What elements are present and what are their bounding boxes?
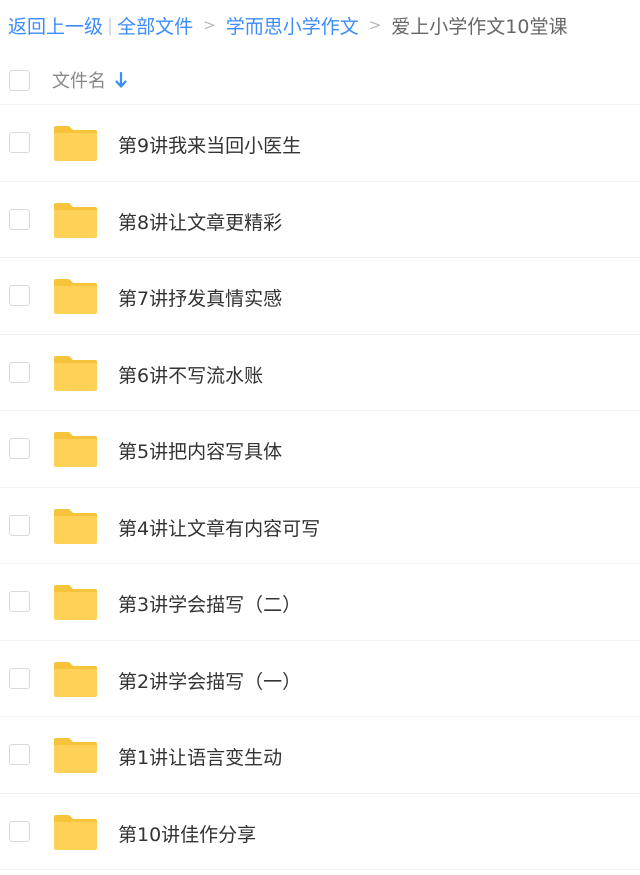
row-checkbox[interactable]: [9, 514, 30, 536]
folder-icon: [54, 355, 97, 391]
folder-icon: [54, 508, 97, 544]
file-name[interactable]: 第7讲抒发真情实感: [118, 284, 282, 311]
folder-icon: [54, 432, 97, 467]
file-list: 第9讲我来当回小医生 第8讲让文章更精彩 第7讲抒发真情实感 第6讲不写流水账 …: [0, 105, 640, 870]
row-checkbox[interactable]: [9, 591, 30, 612]
breadcrumb-arrow: >: [203, 16, 216, 34]
file-name[interactable]: 第3讲学会描写（二）: [118, 590, 301, 617]
folder-icon: [54, 585, 97, 620]
file-name[interactable]: 第4讲让文章有内容可写: [118, 514, 320, 541]
breadcrumb-divider: |: [107, 14, 114, 36]
breadcrumb-arrow: >: [368, 16, 382, 34]
file-name[interactable]: 第6讲不写流水账: [118, 361, 263, 388]
file-row[interactable]: 第3讲学会描写（二）: [0, 564, 640, 641]
folder-icon: [54, 279, 97, 314]
row-checkbox[interactable]: [9, 667, 30, 689]
file-row[interactable]: 第7讲抒发真情实感: [0, 258, 640, 335]
file-row[interactable]: 第5讲把内容写具体: [0, 411, 640, 488]
name-column-header[interactable]: 文件名: [52, 67, 128, 93]
row-checkbox[interactable]: [9, 744, 30, 765]
folder-icon: [54, 661, 97, 697]
file-row[interactable]: 第8讲让文章更精彩: [0, 182, 640, 258]
all-files-link[interactable]: 全部文件: [117, 12, 193, 39]
folder-icon: [54, 814, 97, 850]
file-row[interactable]: 第9讲我来当回小医生: [0, 105, 640, 182]
file-row[interactable]: 第6讲不写流水账: [0, 335, 640, 411]
file-name[interactable]: 第9讲我来当回小医生: [118, 131, 301, 158]
file-name[interactable]: 第10讲佳作分享: [118, 820, 256, 847]
arrow-down-icon[interactable]: [114, 71, 128, 89]
file-row[interactable]: 第2讲学会描写（一）: [0, 641, 640, 717]
parent-folder-link[interactable]: 学而思小学作文: [226, 12, 359, 39]
breadcrumb: 返回上一级 | 全部文件 > 学而思小学作文 > 爱上小学作文10堂课: [8, 10, 567, 40]
current-folder: 爱上小学作文10堂课: [391, 15, 568, 38]
row-checkbox[interactable]: [9, 820, 30, 842]
row-checkbox[interactable]: [9, 132, 30, 153]
back-link[interactable]: 返回上一级: [8, 12, 103, 39]
row-checkbox[interactable]: [9, 285, 30, 306]
folder-icon: [54, 126, 97, 161]
row-checkbox[interactable]: [9, 438, 30, 459]
list-header: 文件名: [0, 56, 640, 105]
file-row[interactable]: 第1讲让语言变生动: [0, 717, 640, 794]
file-row[interactable]: 第10讲佳作分享: [0, 794, 640, 870]
name-column-label: 文件名: [52, 71, 106, 92]
file-name[interactable]: 第5讲把内容写具体: [118, 437, 282, 464]
row-checkbox[interactable]: [9, 361, 30, 383]
folder-icon: [54, 202, 97, 238]
file-name[interactable]: 第1讲让语言变生动: [118, 743, 282, 770]
file-name[interactable]: 第8讲让文章更精彩: [118, 208, 282, 235]
file-name[interactable]: 第2讲学会描写（一）: [118, 667, 301, 694]
file-row[interactable]: 第4讲让文章有内容可写: [0, 488, 640, 564]
row-checkbox[interactable]: [9, 208, 30, 230]
select-all-checkbox[interactable]: [9, 69, 30, 91]
folder-icon: [54, 738, 97, 773]
